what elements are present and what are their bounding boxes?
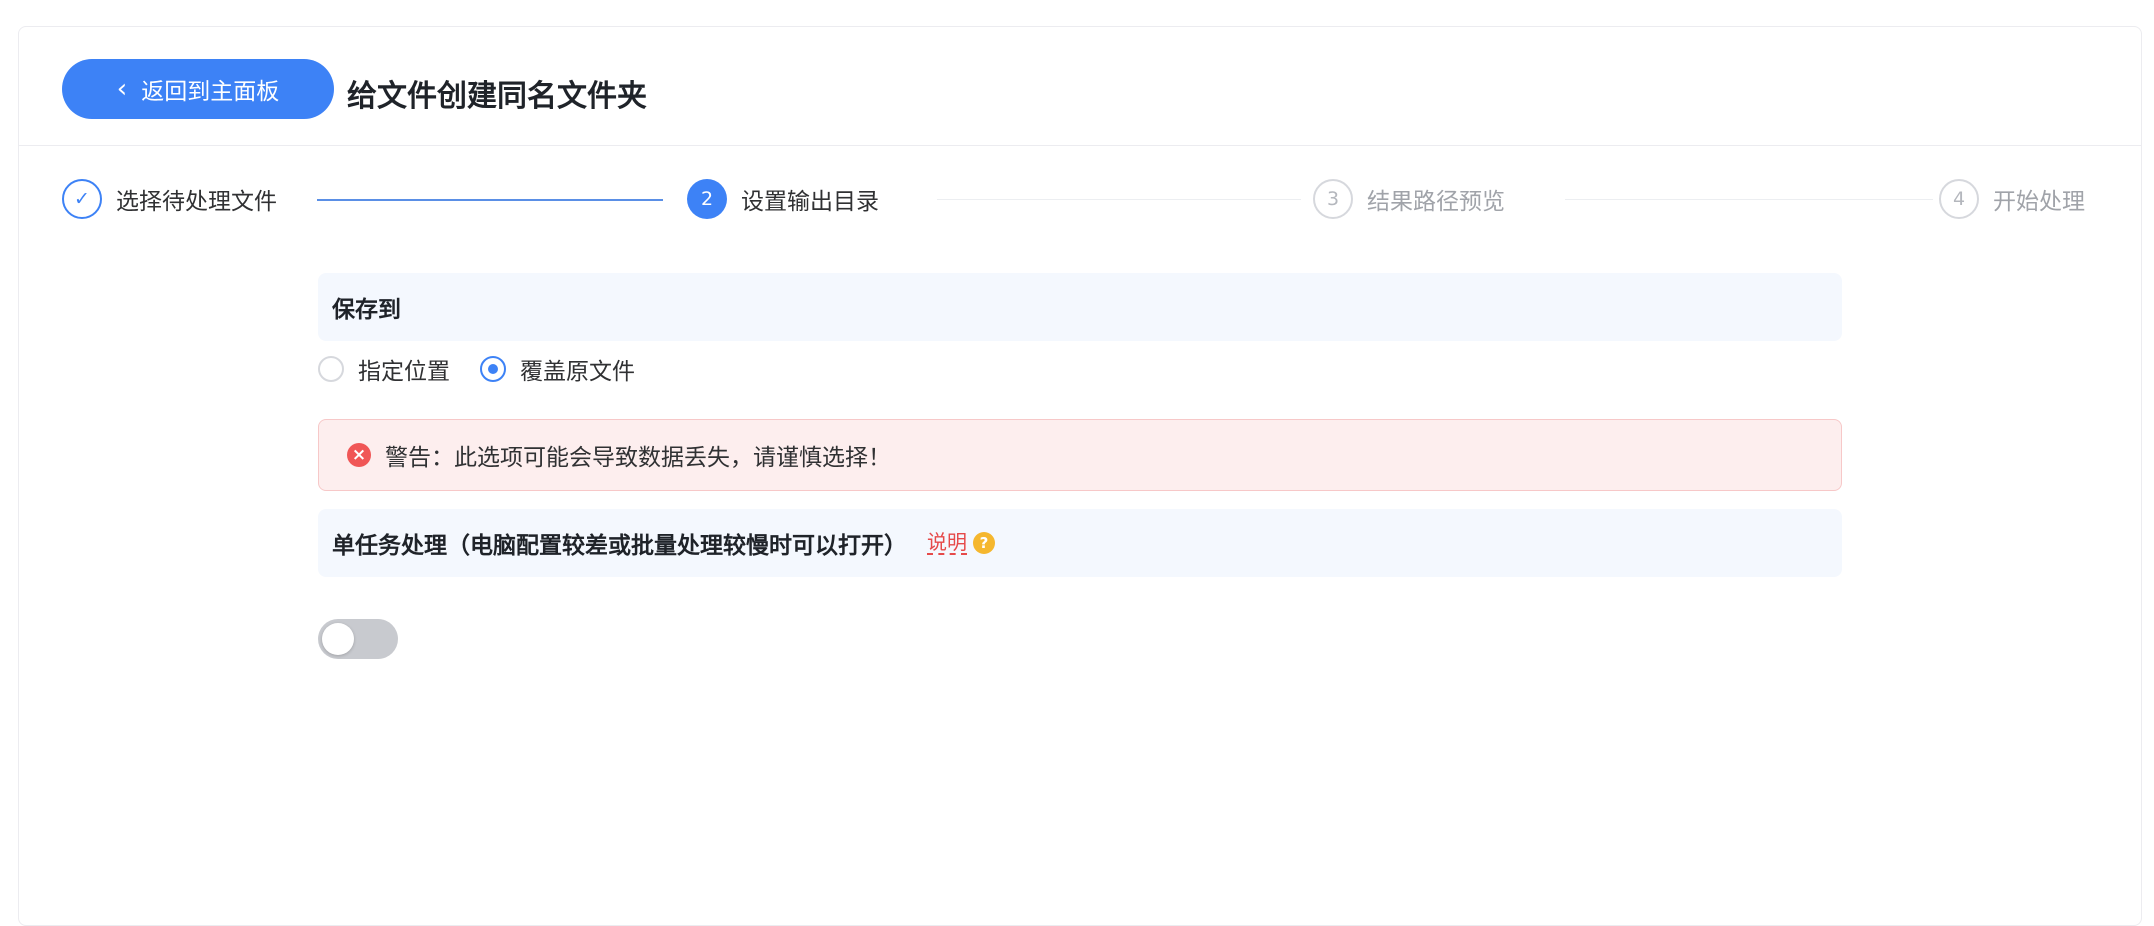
step-4[interactable]: 4 开始处理	[1939, 177, 2085, 221]
check-icon: ✓	[62, 179, 102, 219]
step-3[interactable]: 3 结果路径预览	[1313, 177, 1505, 221]
back-to-dashboard-button[interactable]: ‹ 返回到主面板	[62, 59, 334, 119]
section-title: 单任务处理（电脑配置较差或批量处理较慢时可以打开）	[332, 533, 907, 559]
step-number: 2	[687, 179, 727, 219]
error-icon: ×	[347, 443, 371, 467]
back-button-label: 返回到主面板	[141, 79, 280, 105]
step-label: 选择待处理文件	[116, 189, 277, 215]
toggle-knob	[322, 623, 354, 655]
data-loss-warning: × 警告：此选项可能会导致数据丢失，请谨慎选择！	[318, 419, 1842, 491]
step-label: 开始处理	[1993, 189, 2085, 215]
radio-label: 指定位置	[358, 359, 450, 385]
step-connector	[317, 199, 663, 201]
step-1[interactable]: ✓ 选择待处理文件	[62, 177, 277, 221]
section-title: 保存到	[332, 297, 401, 323]
radio-overwrite-original[interactable]: 覆盖原文件	[480, 352, 635, 386]
page-header: ‹ 返回到主面板 给文件创建同名文件夹	[19, 27, 2141, 146]
radio-button[interactable]	[318, 356, 344, 382]
step-number: 4	[1939, 179, 1979, 219]
single-task-section-header: 单任务处理（电脑配置较差或批量处理较慢时可以打开） 说明 ?	[318, 509, 1842, 577]
radio-specified-location[interactable]: 指定位置	[318, 352, 450, 386]
chevron-left-icon: ‹	[116, 74, 128, 104]
step-number: 3	[1313, 179, 1353, 219]
single-task-toggle[interactable]	[318, 619, 398, 659]
explain-link[interactable]: 说明	[927, 531, 967, 555]
main-card: ‹ 返回到主面板 给文件创建同名文件夹 ✓ 选择待处理文件 2 设置输出目录 3…	[18, 26, 2142, 926]
help-icon[interactable]: ?	[973, 532, 995, 554]
page-title: 给文件创建同名文件夹	[347, 79, 647, 114]
save-to-section-header: 保存到	[318, 273, 1842, 341]
step-connector	[1565, 199, 1933, 200]
step-2[interactable]: 2 设置输出目录	[687, 177, 879, 221]
step-connector	[937, 199, 1301, 200]
save-location-radio-group: 指定位置 覆盖原文件	[318, 352, 665, 386]
radio-button[interactable]	[480, 356, 506, 382]
step-label: 设置输出目录	[741, 189, 879, 215]
warning-text: 警告：此选项可能会导致数据丢失，请谨慎选择！	[385, 445, 891, 471]
step-label: 结果路径预览	[1367, 189, 1505, 215]
step-indicator: ✓ 选择待处理文件 2 设置输出目录 3 结果路径预览 4 开始处理	[19, 145, 2141, 235]
radio-label: 覆盖原文件	[520, 359, 635, 385]
